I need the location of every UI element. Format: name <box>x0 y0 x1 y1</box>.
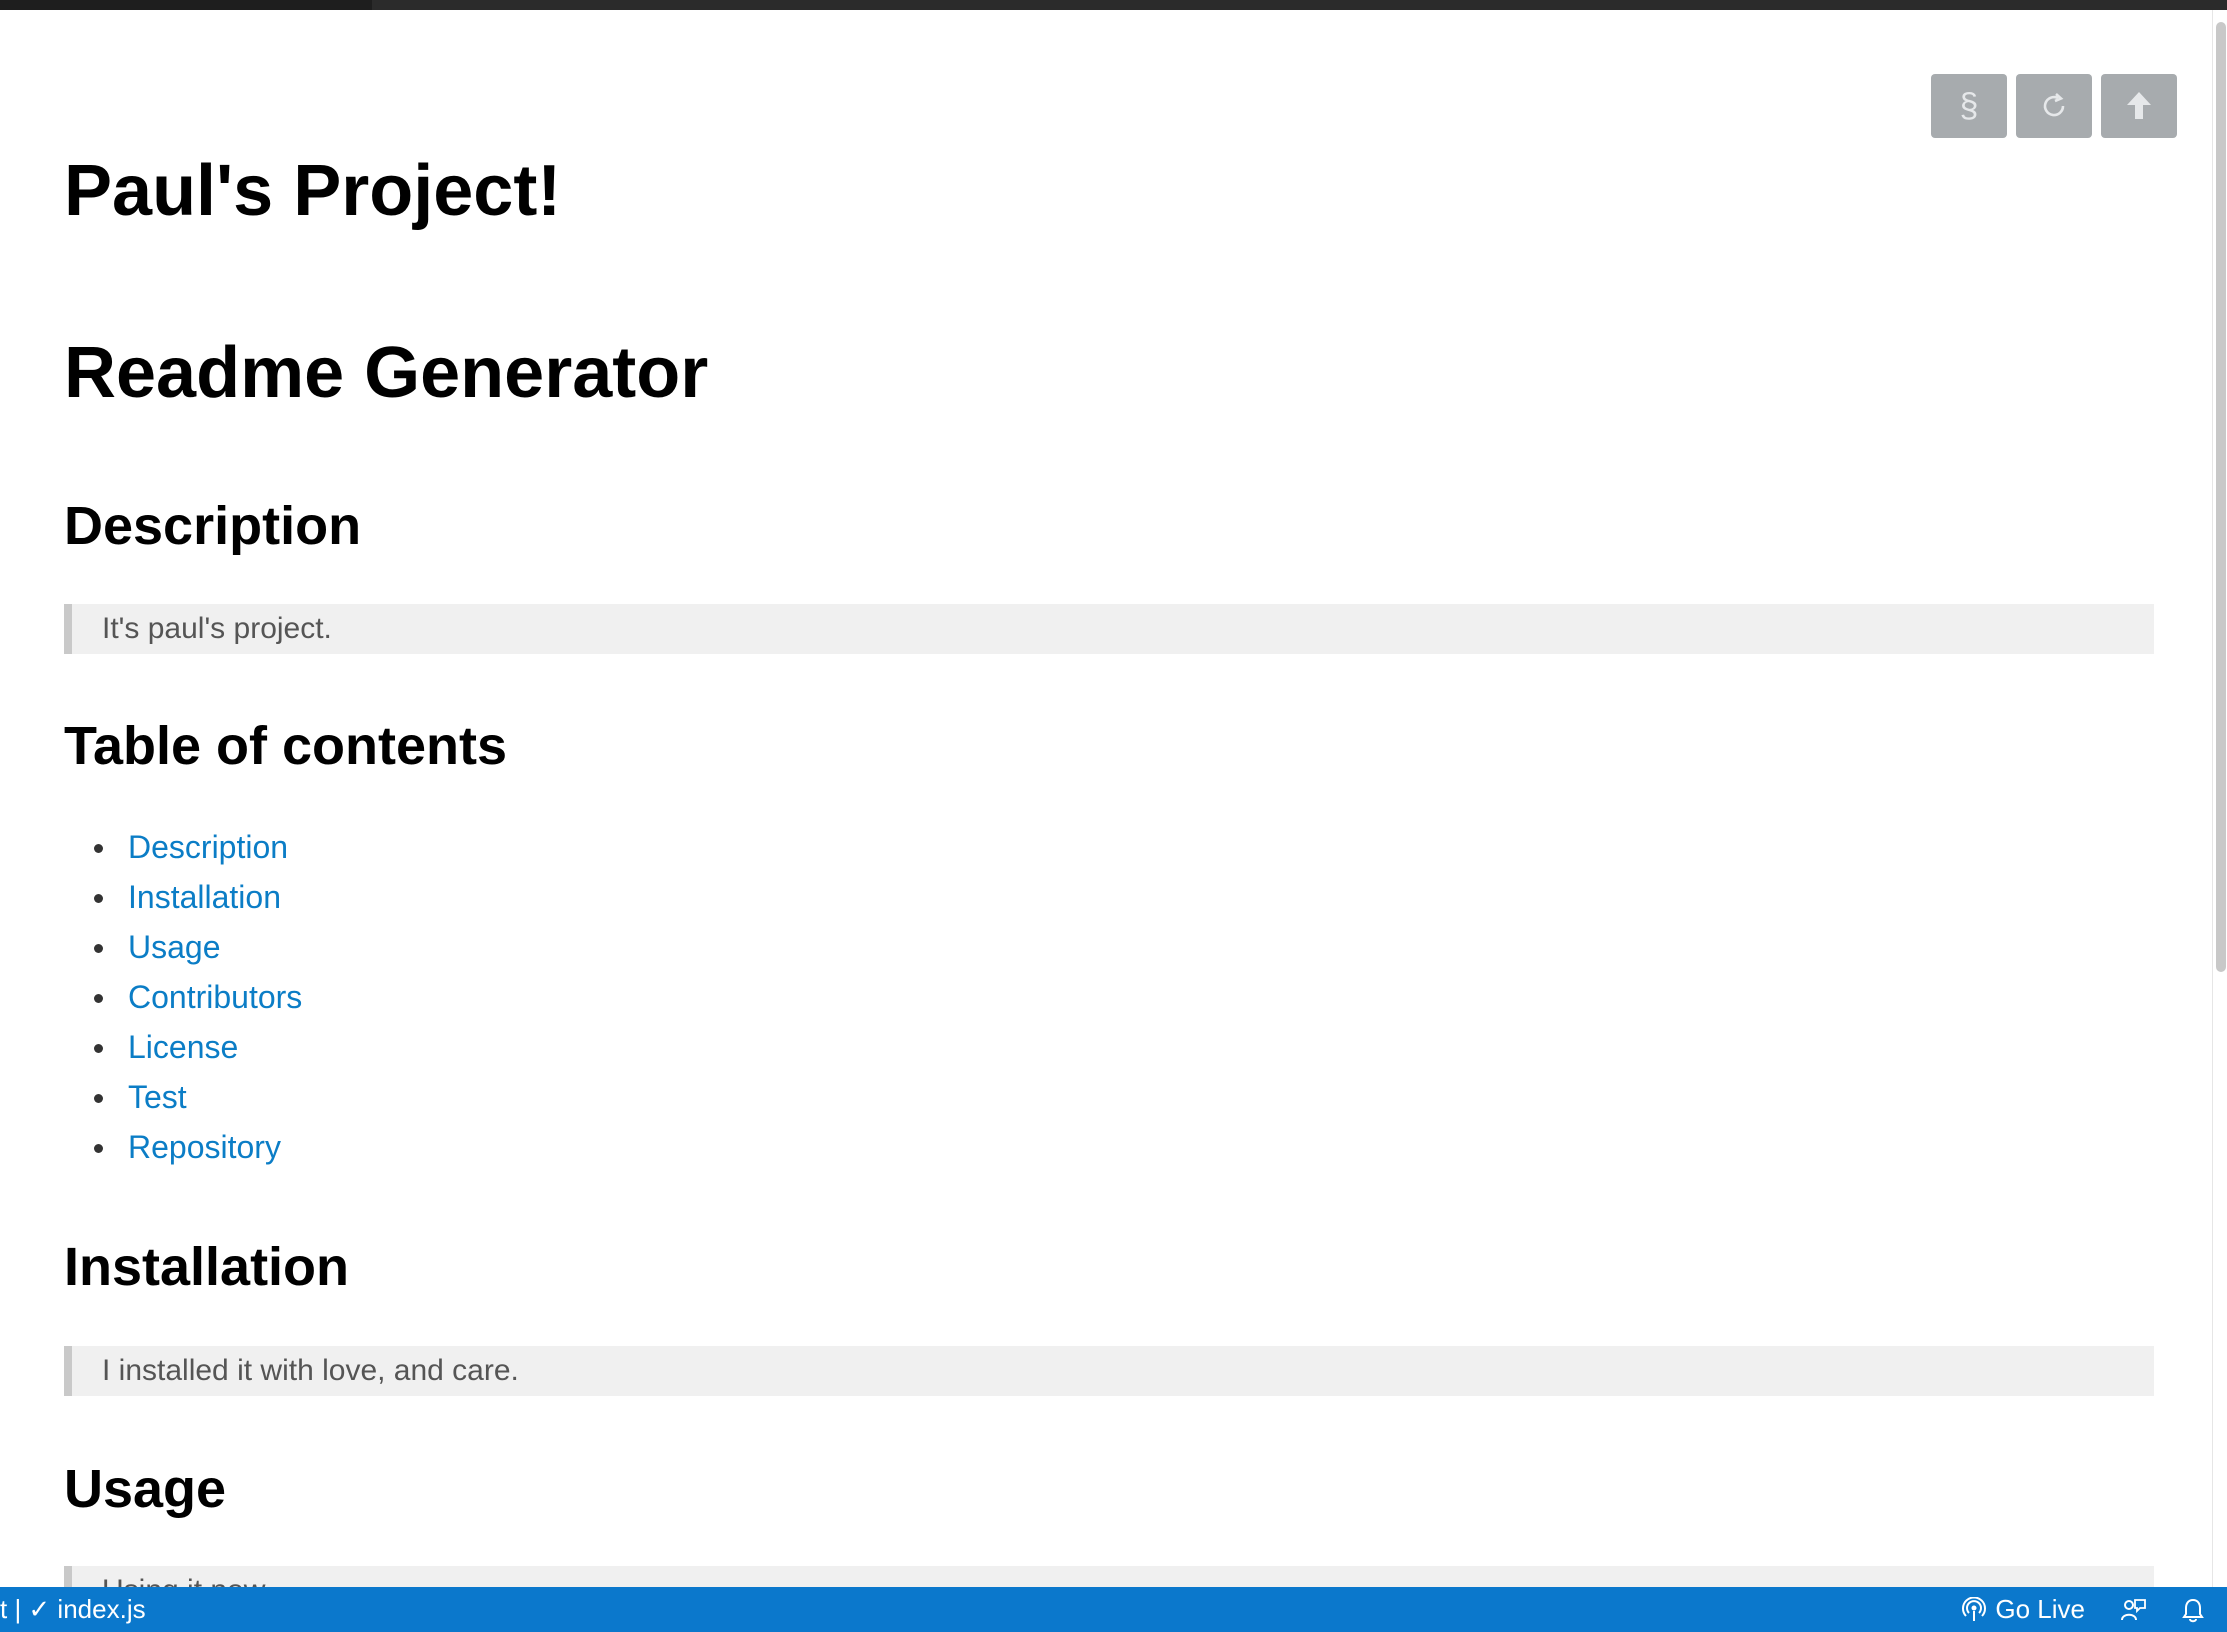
toc-item: Repository <box>64 1122 302 1172</box>
scrollbar-thumb[interactable] <box>2216 22 2226 972</box>
description-blockquote: It's paul's project. <box>64 604 2154 654</box>
toc-link-repository[interactable]: Repository <box>128 1129 281 1165</box>
installation-heading: Installation <box>64 1237 350 1297</box>
toc-heading: Table of contents <box>64 716 508 776</box>
installation-text: I installed it with love, and care. <box>102 1354 519 1387</box>
toc-item: Contributors <box>64 972 302 1022</box>
toc-list: Description Installation Usage Contribut… <box>64 822 302 1172</box>
status-left: t | ✓ index.js <box>0 1587 146 1632</box>
toc-link-usage[interactable]: Usage <box>128 929 221 965</box>
toc-item: Test <box>64 1072 302 1122</box>
status-bar: t | ✓ index.js Go Live <box>0 1587 2227 1632</box>
toc-item: Description <box>64 822 302 872</box>
toc-link-test[interactable]: Test <box>128 1079 187 1115</box>
go-live-button[interactable]: Go Live <box>1961 1587 2085 1632</box>
bell-icon[interactable] <box>2181 1597 2205 1623</box>
status-right: Go Live <box>1961 1587 2205 1632</box>
project-title: Paul's Project! <box>64 151 562 231</box>
broadcast-icon <box>1961 1596 1987 1623</box>
toc-item: Usage <box>64 922 302 972</box>
feedback-icon[interactable] <box>2119 1596 2147 1624</box>
toc-link-contributors[interactable]: Contributors <box>128 979 302 1015</box>
go-live-label: Go Live <box>1995 1594 2085 1624</box>
toc-item: Installation <box>64 872 302 922</box>
toc-link-description[interactable]: Description <box>128 829 288 865</box>
usage-text: Using it now. <box>102 1574 272 1587</box>
markdown-preview: Paul's Project! Readme Generator Descrip… <box>64 0 2154 1587</box>
vertical-scrollbar[interactable] <box>2212 10 2227 1587</box>
toc-item: License <box>64 1022 302 1072</box>
readme-heading: Readme Generator <box>64 333 709 413</box>
description-heading: Description <box>64 496 362 556</box>
toc-link-installation[interactable]: Installation <box>128 879 281 915</box>
status-file-indicator[interactable]: t | ✓ index.js <box>0 1587 146 1632</box>
toc-link-license[interactable]: License <box>128 1029 238 1065</box>
usage-heading: Usage <box>64 1459 227 1519</box>
description-text: It's paul's project. <box>102 612 332 645</box>
installation-blockquote: I installed it with love, and care. <box>64 1346 2154 1396</box>
usage-blockquote: Using it now. <box>64 1566 2154 1587</box>
